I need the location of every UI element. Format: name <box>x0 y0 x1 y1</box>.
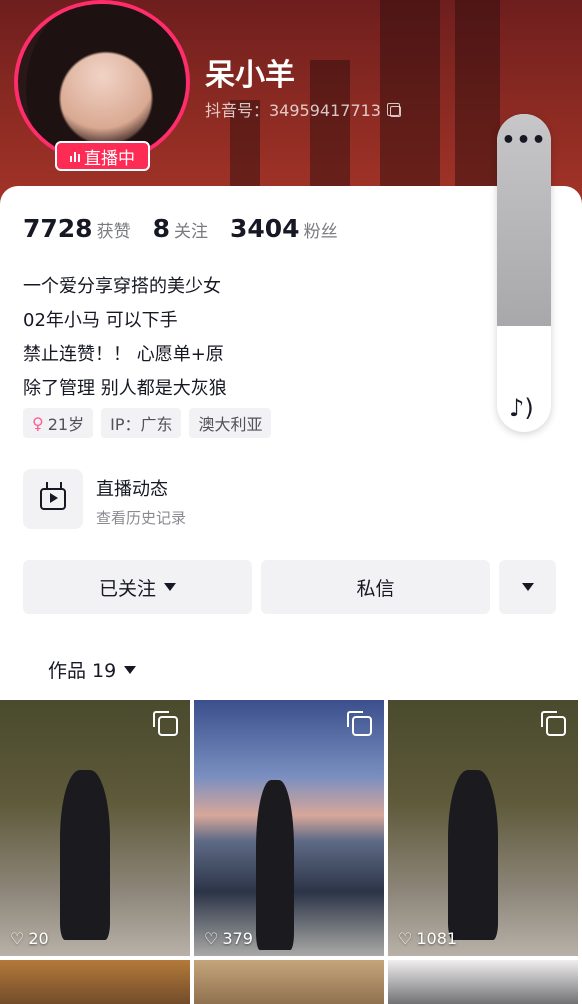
following-count: 8 <box>152 214 170 243</box>
heart-icon: ♡ <box>204 929 219 948</box>
followers-label: 粉丝 <box>303 222 338 242</box>
work-thumbnail[interactable] <box>194 960 384 1004</box>
bio-line: 除了管理 别人都是大灰狼 <box>23 378 227 399</box>
likes-value: 20 <box>28 929 49 948</box>
nickname: 呆小羊 <box>205 58 295 93</box>
multi-image-icon <box>347 711 372 736</box>
live-status-badge[interactable]: 直播中 <box>55 141 150 171</box>
followed-label: 已关注 <box>98 577 156 600</box>
live-history-title[interactable]: 直播动态 <box>96 475 168 501</box>
tab-works[interactable]: 作品 19 <box>48 656 137 683</box>
copy-icon[interactable] <box>386 102 401 117</box>
age-text: 21岁 <box>47 415 85 434</box>
account-id[interactable]: 抖音号：34959417713 <box>205 97 401 121</box>
likes-count-overlay: ♡ 1081 <box>398 929 457 948</box>
likes-label: 获赞 <box>96 222 131 242</box>
bio-line: 一个爱分享穿搭的美少女 <box>23 276 221 297</box>
multi-image-icon <box>153 711 178 736</box>
music-sound-icon[interactable]: ♪) <box>509 394 534 422</box>
bio-line: 禁止连赞！！ 心愿单+原 <box>23 344 224 365</box>
avatar[interactable] <box>14 0 190 164</box>
work-thumbnail[interactable]: ♡ 379 <box>194 700 384 956</box>
live-badge-label: 直播中 <box>84 148 135 169</box>
message-label: 私信 <box>356 577 395 600</box>
more-actions-button[interactable] <box>499 560 556 614</box>
bio: 一个爱分享穿搭的美少女 02年小马 可以下手 禁止连赞！！ 心愿单+原 除了管理… <box>23 270 227 406</box>
likes-count-overlay: ♡ 20 <box>10 929 49 948</box>
floating-side-panel[interactable]: ••• ♪) <box>497 114 551 432</box>
more-dots-icon[interactable]: ••• <box>497 130 551 152</box>
age-tag: ♀ 21岁 <box>23 408 94 438</box>
tv-icon <box>40 488 66 510</box>
message-button[interactable]: 私信 <box>261 560 490 614</box>
likes-value: 379 <box>222 929 253 948</box>
caret-down-icon <box>521 583 534 591</box>
bio-line: 02年小马 可以下手 <box>23 310 178 331</box>
live-history-button[interactable] <box>23 469 83 529</box>
following-label: 关注 <box>174 222 208 242</box>
work-thumbnail[interactable]: ♡ 20 <box>0 700 190 956</box>
heart-icon: ♡ <box>10 929 25 948</box>
stats-row: 7728 获赞 8 关注 3404 粉丝 <box>23 214 360 243</box>
heart-icon: ♡ <box>398 929 413 948</box>
profile-tags: ♀ 21岁 IP：广东 澳大利亚 <box>23 408 272 438</box>
works-tab-label: 作品 19 <box>48 660 117 682</box>
caret-down-icon <box>124 665 137 674</box>
followed-button[interactable]: 已关注 <box>23 560 252 614</box>
ip-tag: IP：广东 <box>101 408 182 438</box>
location-tag: 澳大利亚 <box>189 408 272 438</box>
female-icon: ♀ <box>32 413 44 433</box>
likes-count-overlay: ♡ 379 <box>204 929 253 948</box>
multi-image-icon <box>541 711 566 736</box>
caret-down-icon <box>164 583 176 591</box>
work-thumbnail[interactable] <box>388 960 578 1004</box>
likes-value: 1081 <box>416 929 458 948</box>
followers-stat[interactable]: 3404 粉丝 <box>230 214 338 243</box>
likes-count: 7728 <box>23 214 93 243</box>
work-thumbnail[interactable]: ♡ 1081 <box>388 700 578 956</box>
live-history-subtitle[interactable]: 查看历史记录 <box>96 507 186 528</box>
account-id-text: 抖音号：34959417713 <box>205 101 381 120</box>
following-stat[interactable]: 8 关注 <box>153 214 208 243</box>
likes-stat[interactable]: 7728 获赞 <box>23 214 131 243</box>
followers-count: 3404 <box>230 214 300 243</box>
live-bars-icon <box>70 150 80 162</box>
work-thumbnail[interactable] <box>0 960 190 1004</box>
